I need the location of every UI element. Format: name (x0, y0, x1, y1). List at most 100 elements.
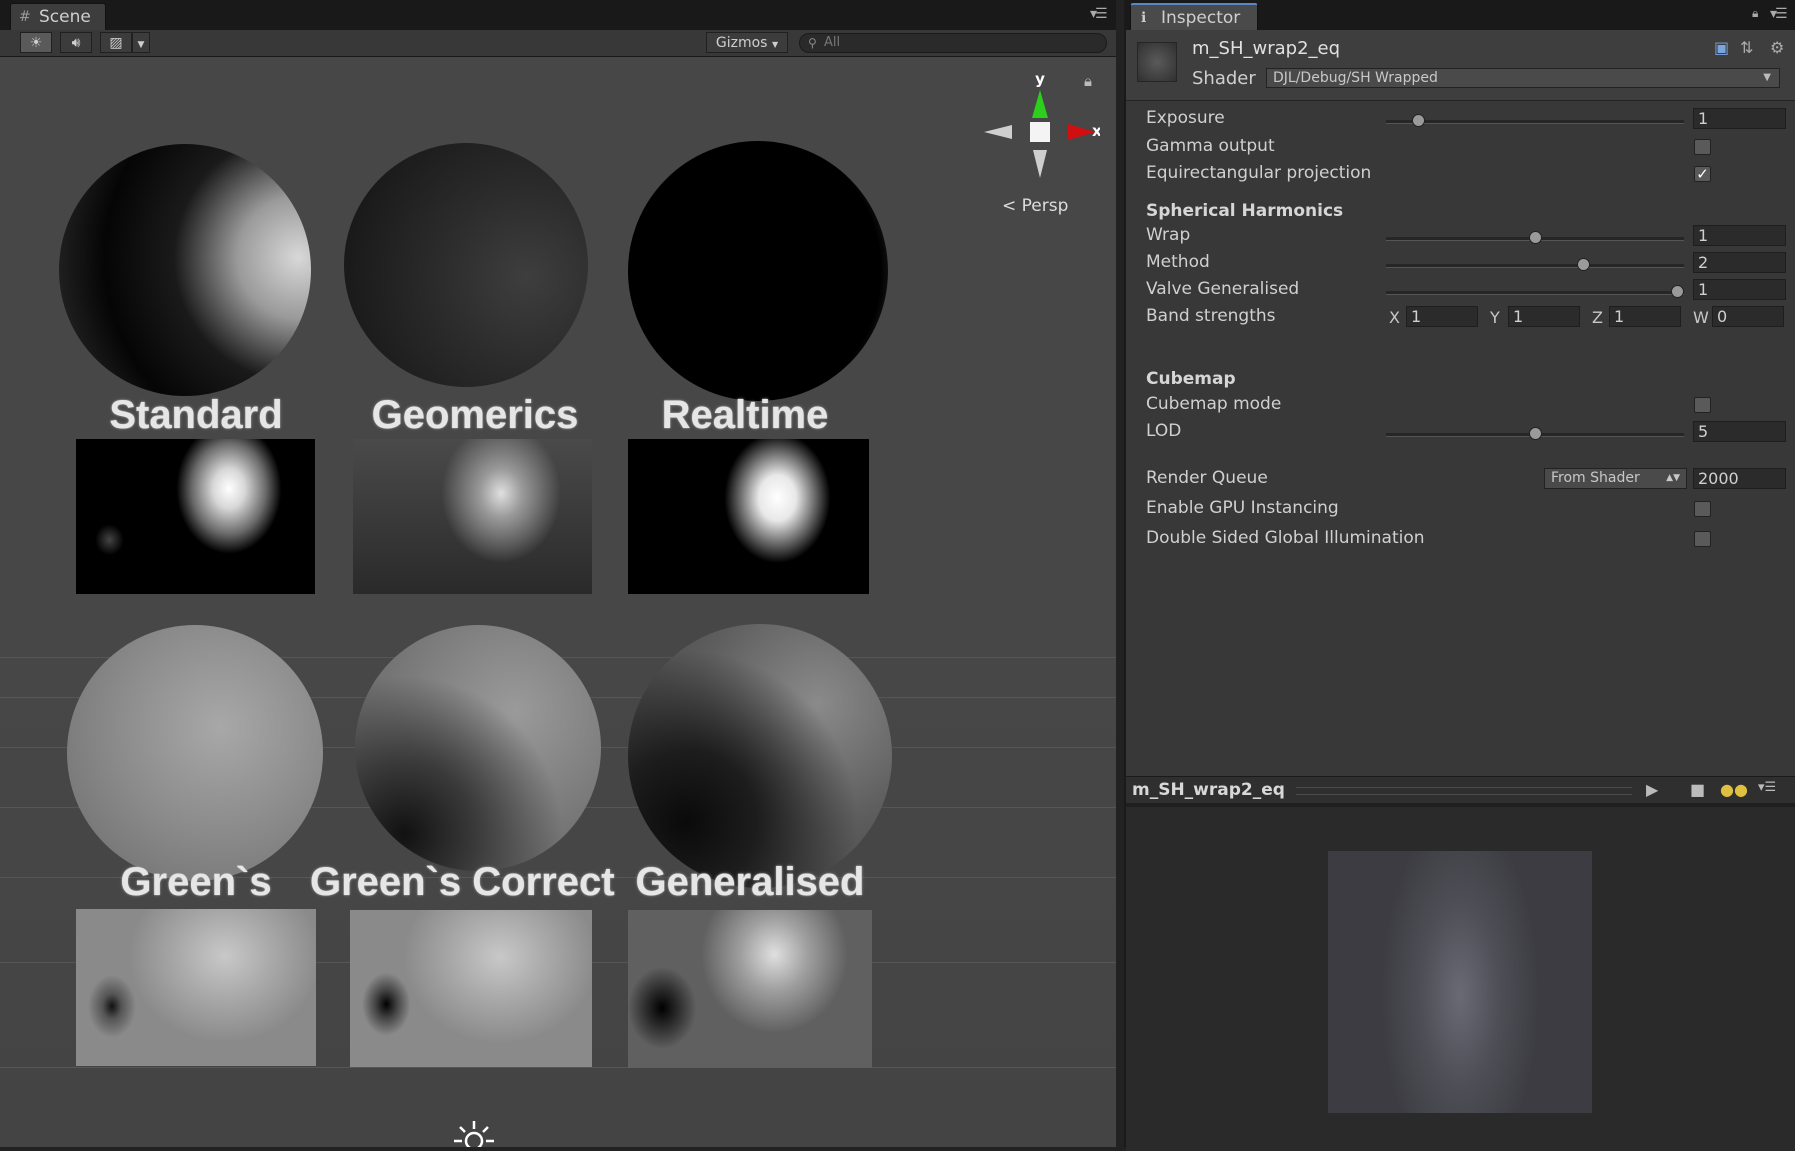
shader-label: Shader (1192, 68, 1256, 89)
preset-icon[interactable]: ⇅ (1740, 38, 1753, 57)
panel-menu-icon[interactable]: ▾☰ (1770, 6, 1788, 22)
sphere-realtime[interactable] (628, 141, 888, 401)
preview-quad (1328, 851, 1592, 1113)
render-queue-label: Render Queue (1146, 468, 1268, 488)
render-queue-field[interactable]: 2000 (1693, 468, 1786, 489)
wrap-field[interactable]: 1 (1693, 225, 1786, 246)
scene-tab-bar: # Scene ▾☰ (0, 0, 1116, 30)
sphere-greens-correct[interactable] (355, 625, 601, 871)
method-slider-thumb[interactable] (1577, 258, 1590, 271)
valve-slider-thumb[interactable] (1671, 285, 1684, 298)
exposure-label: Exposure (1146, 108, 1225, 128)
stop-square-icon[interactable]: ■ (1690, 780, 1705, 799)
equirect-label: Equirectangular projection (1146, 163, 1372, 183)
effects-dropdown-button[interactable]: ▼ (132, 32, 150, 53)
gpu-instancing-checkbox[interactable] (1694, 501, 1711, 517)
updown-arrow-icon: ▲▼ (1666, 473, 1680, 483)
band-x-label: X (1389, 308, 1400, 327)
material-preview[interactable] (1126, 803, 1795, 1151)
lod-slider-thumb[interactable] (1529, 427, 1542, 440)
search-placeholder: All (824, 35, 841, 50)
gamma-output-label: Gamma output (1146, 136, 1275, 156)
chevron-down-icon: ▼ (137, 40, 145, 50)
band-z-label: Z (1592, 308, 1603, 327)
label-greens-correct: Green`s Correct (310, 860, 615, 904)
gamma-output-checkbox[interactable] (1694, 139, 1711, 155)
gizmo-neg-y-cone[interactable] (1033, 150, 1047, 178)
scene-viewport[interactable]: Standard Geomerics Realtime Green`s Gree… (0, 57, 1116, 1147)
gizmo-y-cone[interactable] (1032, 90, 1048, 118)
speaker-icon: 🔊︎ (71, 35, 81, 51)
band-strengths-label: Band strengths (1146, 306, 1276, 326)
sh-quad-realtime[interactable] (628, 439, 869, 594)
method-slider[interactable] (1386, 258, 1684, 271)
orientation-gizmo[interactable]: y x (980, 70, 1100, 190)
lighting-toggle-button[interactable]: ☀ (20, 32, 52, 53)
gizmos-dropdown[interactable]: Gizmos ▼ (706, 32, 788, 53)
sphere-greens[interactable] (67, 625, 323, 881)
inspector-panel: ℹ Inspector 🔒︎ ▾☰ m_SH_wrap2_eq Shader D… (1124, 0, 1795, 1151)
method-field[interactable]: 2 (1693, 252, 1786, 273)
grid-line (0, 1067, 1116, 1068)
persp-label: Persp (1021, 196, 1069, 216)
lod-field[interactable]: 5 (1693, 421, 1786, 442)
panel-menu-icon[interactable]: ▾☰ (1758, 780, 1776, 795)
effects-toggle-button[interactable]: ▨ (100, 32, 132, 53)
band-x-field[interactable]: 1 (1406, 306, 1478, 327)
preview-drag-handle[interactable] (1296, 787, 1632, 795)
band-y-field[interactable]: 1 (1508, 306, 1580, 327)
lod-slider[interactable] (1386, 427, 1684, 440)
label-greens: Green`s (120, 860, 272, 904)
gear-icon[interactable]: ⚙ (1770, 38, 1784, 57)
band-y-label: Y (1490, 308, 1500, 327)
sphere-standard[interactable] (59, 144, 311, 396)
light-toggle-icon[interactable]: ●● (1720, 780, 1748, 799)
exposure-field[interactable]: 1 (1693, 108, 1786, 129)
gizmo-y-label: y (1035, 70, 1045, 88)
sh-quad-geomerics[interactable] (353, 439, 592, 594)
wrap-slider-thumb[interactable] (1529, 231, 1542, 244)
exposure-slider-thumb[interactable] (1412, 114, 1425, 127)
sh-quad-greens-correct[interactable] (350, 910, 592, 1067)
double-sided-gi-checkbox[interactable] (1694, 531, 1711, 547)
projection-toggle[interactable]: < Persp (1002, 196, 1068, 216)
band-z-field[interactable]: 1 (1609, 306, 1681, 327)
sh-quad-greens[interactable] (76, 909, 316, 1066)
render-queue-dropdown[interactable]: From Shader ▲▼ (1544, 468, 1687, 489)
grid-icon: # (19, 9, 31, 25)
sphere-geomerics[interactable] (344, 143, 588, 387)
wrap-slider[interactable] (1386, 231, 1684, 244)
lock-icon[interactable]: 🔒︎ (1752, 6, 1759, 21)
sun-icon: ☀ (29, 35, 43, 51)
tab-inspector[interactable]: ℹ Inspector (1130, 3, 1258, 30)
directional-light-icon[interactable] (452, 1119, 496, 1147)
persp-chevron-icon: < (1002, 196, 1017, 216)
band-w-field[interactable]: 0 (1712, 306, 1784, 327)
valve-slider[interactable] (1386, 285, 1684, 298)
equirect-checkbox[interactable]: ✓ (1694, 166, 1711, 182)
cubemap-mode-label: Cubemap mode (1146, 394, 1282, 414)
preview-header[interactable]: m_SH_wrap2_eq ▶ ■ ●● ▾☰ (1126, 776, 1795, 804)
gizmo-neg-x-cone[interactable] (984, 125, 1012, 139)
audio-toggle-button[interactable]: 🔊︎ (60, 32, 92, 53)
search-input[interactable]: ⚲ All (799, 33, 1107, 53)
sh-quad-standard[interactable] (76, 439, 315, 594)
sh-section-header: Spherical Harmonics (1146, 201, 1344, 221)
exposure-slider[interactable] (1386, 114, 1684, 127)
panel-menu-icon[interactable]: ▾☰ (1090, 6, 1108, 22)
sh-quad-generalised[interactable] (628, 910, 872, 1068)
help-book-icon[interactable]: ▣ (1714, 38, 1729, 57)
play-icon[interactable]: ▶ (1646, 780, 1658, 799)
valve-field[interactable]: 1 (1693, 279, 1786, 300)
cubemap-mode-checkbox[interactable] (1694, 397, 1711, 413)
gizmo-center-cube[interactable] (1030, 122, 1050, 142)
shader-dropdown[interactable]: DJL/Debug/SH Wrapped ▼ (1266, 68, 1780, 88)
label-geomerics: Geomerics (371, 393, 579, 437)
sphere-generalised[interactable] (628, 624, 892, 888)
lock-icon[interactable]: 🔒︎ (1084, 72, 1092, 90)
scene-toolbar: ☀ 🔊︎ ▨ ▼ Gizmos ▼ ⚲ All (0, 30, 1116, 57)
preview-title: m_SH_wrap2_eq (1132, 780, 1285, 800)
tab-scene[interactable]: # Scene (10, 3, 106, 30)
tab-inspector-label: Inspector (1161, 8, 1241, 28)
gpu-instancing-label: Enable GPU Instancing (1146, 498, 1339, 518)
